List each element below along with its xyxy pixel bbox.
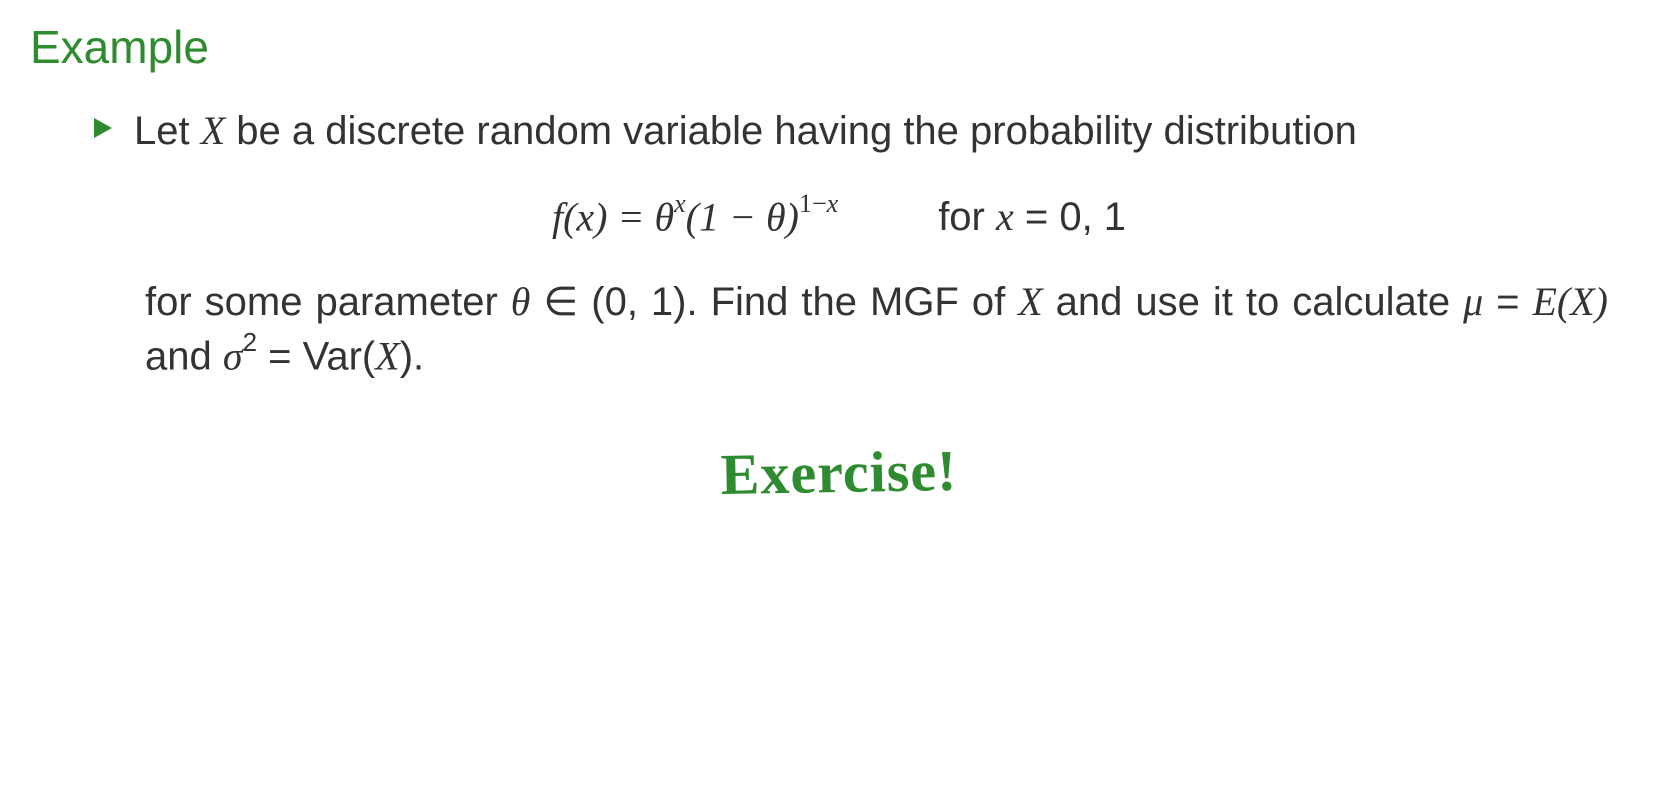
mu-sym: μ <box>1463 279 1483 324</box>
bullet-text: Let X be a discrete random variable havi… <box>134 104 1357 158</box>
followup-part2: and use it to calculate <box>1043 280 1463 324</box>
handwritten-annotation: Exercise! <box>30 425 1649 520</box>
followup-in: ∈ (0, 1). Find the MGF of <box>530 280 1018 324</box>
and-text: and <box>145 335 223 379</box>
bullet-item: Let X be a discrete random variable havi… <box>90 104 1588 158</box>
equation: f(x) = θx(1 − θ)1−x for x = 0, 1 <box>30 193 1648 240</box>
close-factor: ) <box>786 194 799 239</box>
sigma-squared: 2 <box>243 327 257 357</box>
sigma-sym: σ <box>223 334 243 379</box>
theta-param: θ <box>511 279 531 324</box>
equation-main: f(x) = θx(1 − θ)1−x <box>552 193 838 240</box>
X-var-2: X <box>375 334 399 379</box>
triangle-right-icon <box>90 116 114 145</box>
equation-condition: for x = 0, 1 <box>938 193 1126 240</box>
cond-values: = 0, 1 <box>1014 195 1126 239</box>
exponent-1: x <box>674 189 686 218</box>
followup-part1: for some parameter <box>145 280 511 324</box>
example-heading: Example <box>30 20 1648 74</box>
followup-text: for some parameter θ ∈ (0, 1). Find the … <box>145 275 1608 383</box>
theta-base-2: θ <box>766 194 786 239</box>
eq-sign-1: = <box>1483 280 1532 324</box>
open-factor: (1 − <box>686 194 766 239</box>
function-arg: x <box>576 194 594 239</box>
exponent-2: 1−x <box>799 189 838 218</box>
followup-close: ). <box>400 335 424 379</box>
slide-container: Example Let X be a discrete random varia… <box>0 0 1678 526</box>
eq-sign-2: = Var( <box>257 335 375 379</box>
cond-prefix: for <box>938 195 996 239</box>
X-var-1: X <box>1018 279 1042 324</box>
function-name: f <box>552 194 563 239</box>
cond-var: x <box>996 194 1014 239</box>
E-of-X: E(X) <box>1532 279 1608 324</box>
theta-base-1: θ <box>654 194 674 239</box>
